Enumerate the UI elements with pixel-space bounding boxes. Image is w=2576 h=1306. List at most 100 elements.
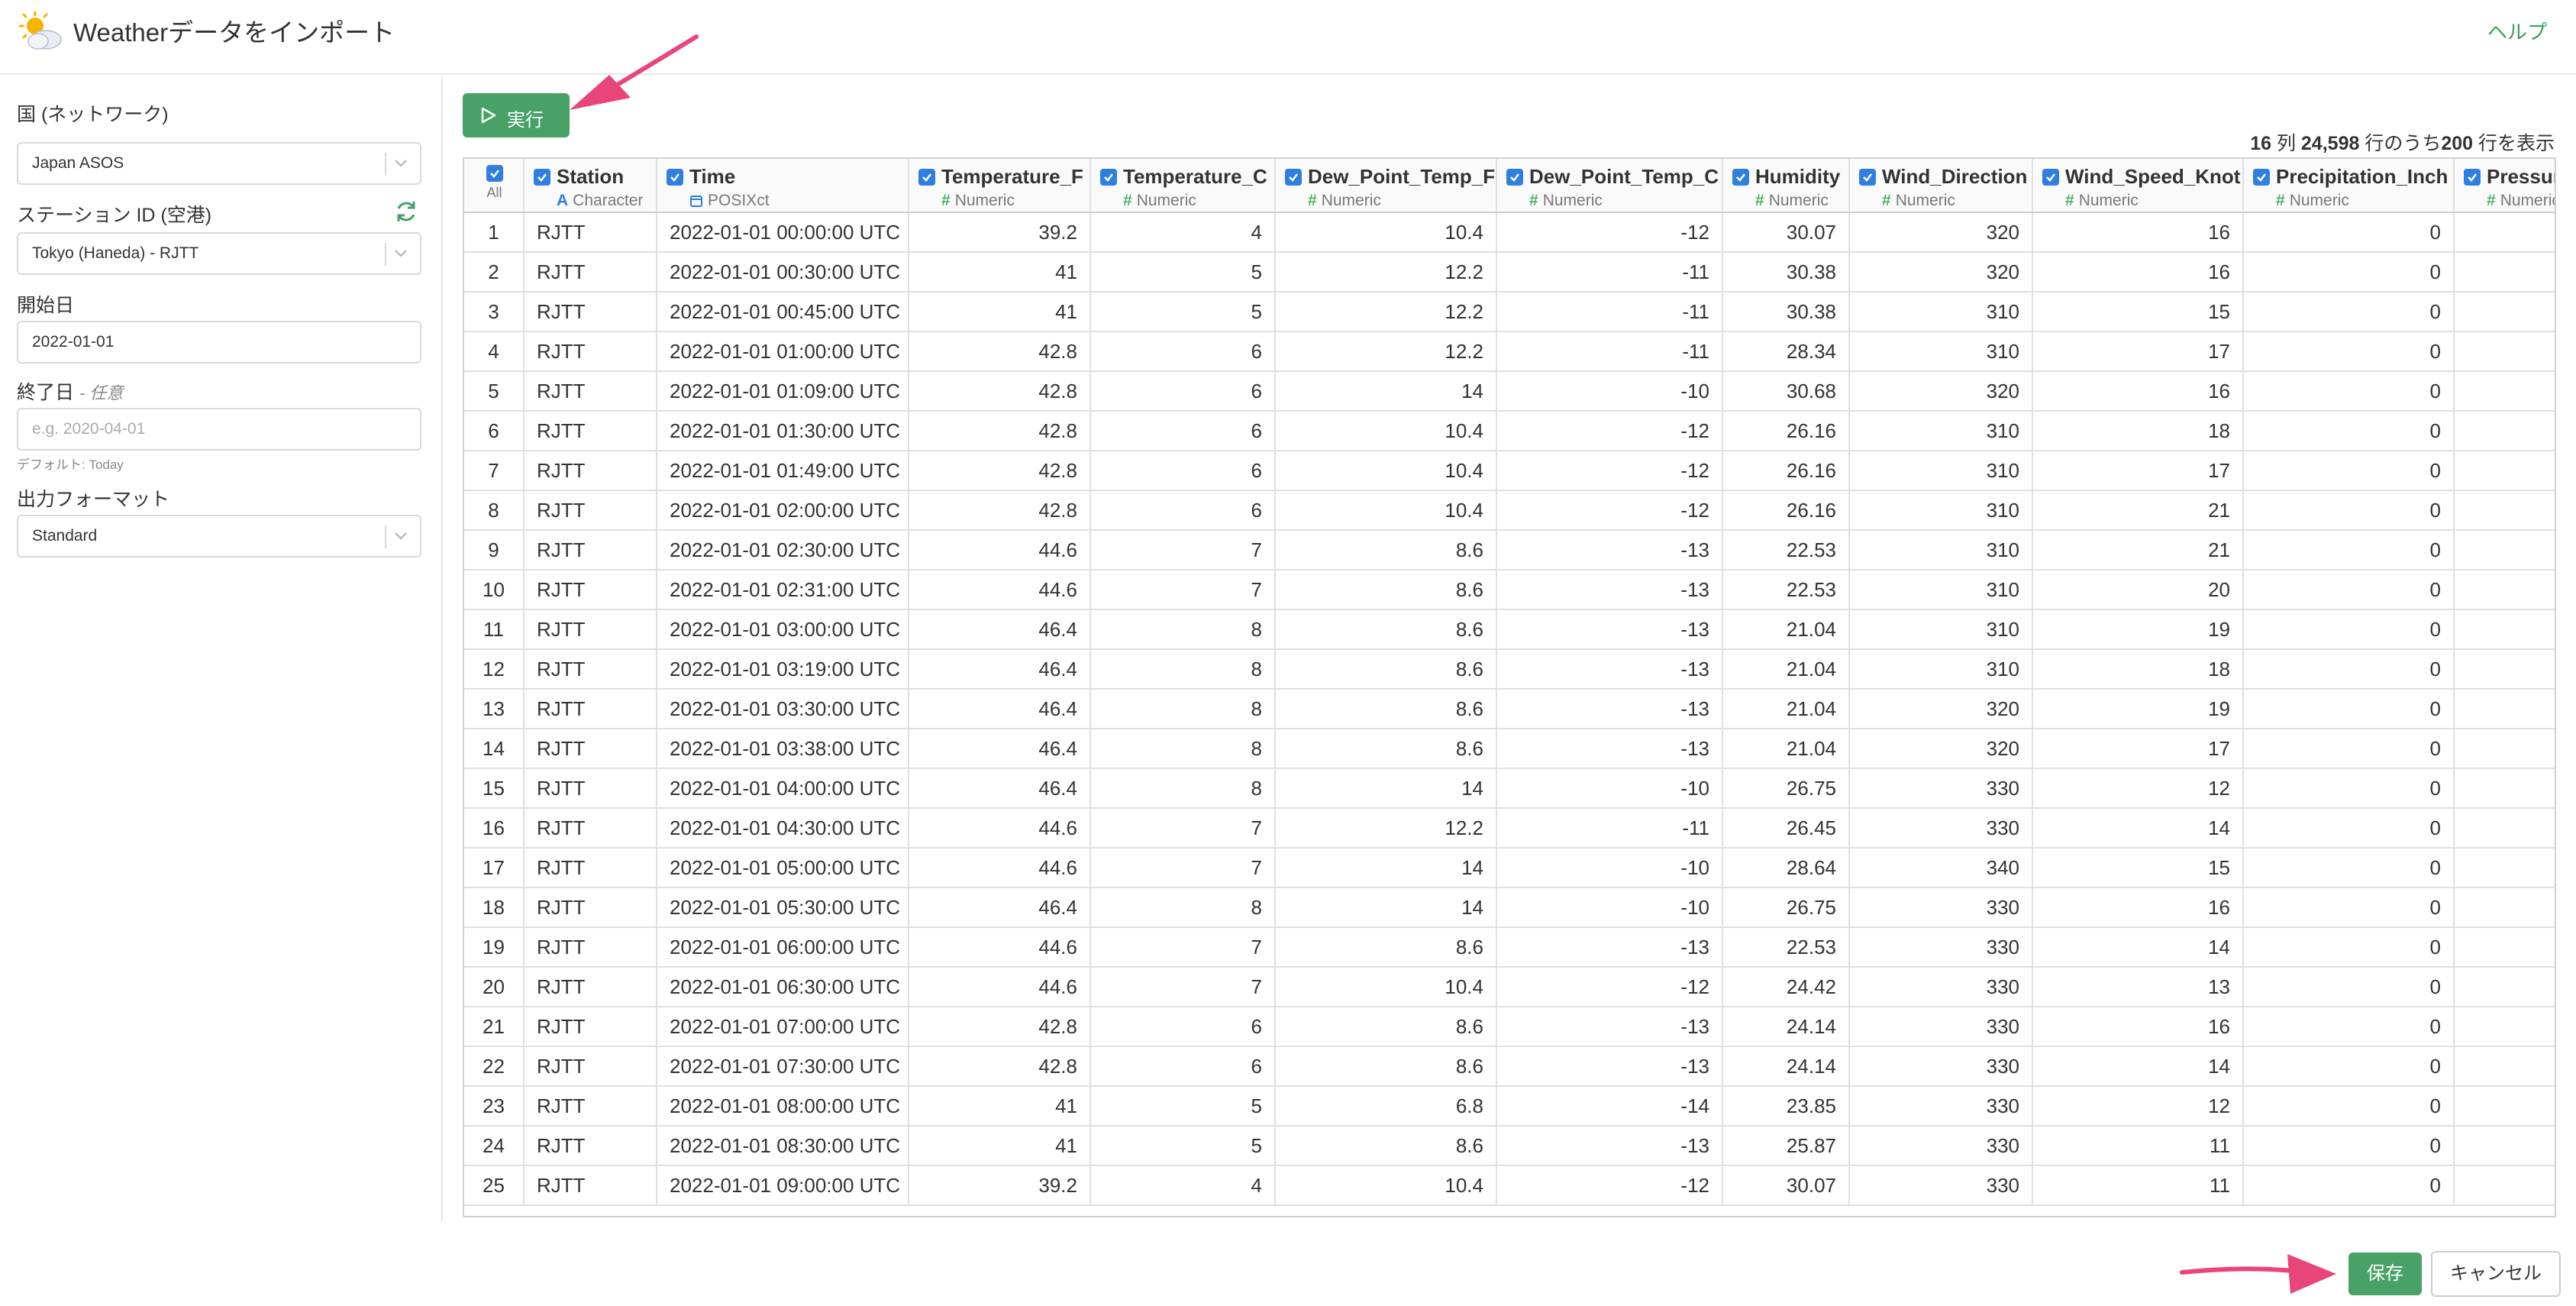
- table-cell: 12: [2032, 1086, 2244, 1127]
- end-date-hint: デフォルト: Today: [17, 457, 124, 472]
- table-cell: -12: [1496, 1165, 1723, 1206]
- table-cell: 0: [2243, 451, 2455, 491]
- column-checkbox[interactable]: [1732, 168, 1749, 186]
- cancel-button[interactable]: キャンセル: [2431, 1251, 2561, 1297]
- table-cell: 0: [2243, 649, 2455, 690]
- column-checkbox[interactable]: [918, 168, 935, 186]
- select-separator: [385, 525, 386, 548]
- table-cell: 14: [2032, 1046, 2244, 1087]
- save-button[interactable]: 保存: [2348, 1253, 2422, 1295]
- table-cell: 8.6: [1275, 609, 1497, 650]
- run-button[interactable]: 実行: [463, 93, 570, 137]
- station-select[interactable]: Tokyo (Haneda) - RJTT: [17, 232, 421, 275]
- row-number: 21: [464, 1007, 525, 1047]
- column-header[interactable]: Wind_Direction # Numeric: [1849, 159, 2033, 213]
- table-cell: 44.6: [909, 530, 1091, 571]
- table-cell: RJTT: [524, 967, 657, 1007]
- play-icon: [481, 107, 496, 124]
- table-cell: 14: [1275, 848, 1497, 888]
- table-cell: 2022-01-01 04:30:00 UTC: [657, 808, 909, 849]
- table-cell: 26.16: [1722, 411, 1850, 451]
- country-label: 国 (ネットワーク): [17, 104, 169, 125]
- table-row: 1 RJTT 2022-01-01 00:00:00 UTC 39.2 4 10.4 -12…: [464, 212, 2555, 253]
- column-checkbox[interactable]: [1285, 168, 1302, 186]
- table-cell: -10: [1496, 768, 1723, 809]
- column-checkbox[interactable]: [2042, 168, 2059, 186]
- table-cell: [2454, 927, 2555, 968]
- table-cell: 0: [2243, 252, 2455, 293]
- table-cell: [2454, 451, 2555, 491]
- row-number: 5: [464, 371, 525, 412]
- table-cell: 7: [1090, 570, 1276, 610]
- table-cell: 310: [1849, 490, 2033, 531]
- table-row: 24 RJTT 2022-01-01 08:30:00 UTC 41 5 8.6 -13 25…: [464, 1126, 2555, 1166]
- country-select[interactable]: Japan ASOS: [17, 142, 421, 185]
- table-cell: [2454, 490, 2555, 531]
- row-number: 15: [464, 768, 525, 809]
- table-cell: 330: [1849, 808, 2033, 849]
- row-number: 16: [464, 808, 525, 849]
- table-cell: RJTT: [524, 212, 657, 253]
- output-format-select[interactable]: Standard: [17, 515, 421, 558]
- column-checkbox[interactable]: [1100, 168, 1117, 186]
- select-all-checkbox[interactable]: [486, 165, 503, 182]
- table-cell: -13: [1496, 570, 1723, 610]
- column-header[interactable]: Pressure_Inch #Numeric: [2454, 159, 2555, 213]
- page-title: Weatherデータをインポート: [73, 18, 395, 47]
- table-cell: 0: [2243, 848, 2455, 888]
- table-cell: 6: [1090, 331, 1276, 372]
- column-checkbox[interactable]: [534, 168, 550, 186]
- run-button-label: 実行: [507, 110, 544, 131]
- column-checkbox[interactable]: [2464, 168, 2481, 186]
- table-cell: 8: [1090, 609, 1276, 650]
- column-checkbox[interactable]: [667, 168, 683, 186]
- row-number: 17: [464, 848, 525, 888]
- column-checkbox[interactable]: [1506, 168, 1523, 186]
- table-cell: 0: [2243, 1165, 2455, 1206]
- table-cell: 28.34: [1722, 331, 1850, 372]
- column-header[interactable]: Station A Character: [524, 159, 657, 213]
- data-preview-table[interactable]: All Station A Character Time POSIXct Temperat…: [463, 157, 2556, 1217]
- table-cell: 6: [1090, 451, 1276, 491]
- table-cell: 30.38: [1722, 292, 1850, 332]
- table-cell: 14: [2032, 927, 2244, 968]
- table-cell: 320: [1849, 689, 2033, 729]
- column-header[interactable]: Dew_Point_Temp_C # Numeric: [1496, 159, 1723, 213]
- column-header[interactable]: Temperature_C # Numeric: [1090, 159, 1276, 213]
- column-header[interactable]: Dew_Point_Temp_F # Numeric: [1275, 159, 1497, 213]
- table-cell: 7: [1090, 967, 1276, 1007]
- table-cell: 320: [1849, 252, 2033, 293]
- select-all-header[interactable]: All: [464, 159, 525, 213]
- chevron-down-icon: [395, 250, 407, 257]
- column-checkbox[interactable]: [1859, 168, 1876, 186]
- table-cell: 26.16: [1722, 490, 1850, 531]
- table-cell: RJTT: [524, 729, 657, 769]
- column-header[interactable]: Precipitation_Inch # Numeric: [2243, 159, 2455, 213]
- output-format-value: Standard: [32, 527, 98, 545]
- column-type: Character: [573, 192, 644, 209]
- table-row: 6 RJTT 2022-01-01 01:30:00 UTC 42.8 6 10.4 -12…: [464, 411, 2555, 451]
- column-header[interactable]: Humidity # Numeric: [1722, 159, 1850, 213]
- numeric-type-icon: #: [2276, 192, 2285, 209]
- column-checkbox[interactable]: [2253, 168, 2270, 186]
- table-cell: RJTT: [524, 371, 657, 412]
- column-name: Temperature_C: [1123, 165, 1267, 188]
- refresh-icon[interactable]: [393, 199, 419, 225]
- column-header[interactable]: Time POSIXct: [657, 159, 909, 213]
- table-cell: [2454, 212, 2555, 253]
- start-date-input[interactable]: [17, 321, 421, 364]
- table-cell: 0: [2243, 490, 2455, 531]
- table-cell: 46.4: [909, 729, 1091, 769]
- end-date-input[interactable]: [17, 408, 421, 451]
- table-cell: RJTT: [524, 411, 657, 451]
- column-header[interactable]: Temperature_F # Numeric: [909, 159, 1091, 213]
- help-link[interactable]: ヘルプ: [2487, 17, 2547, 45]
- table-cell: -13: [1496, 530, 1723, 571]
- shown-rows: 200: [2441, 133, 2474, 154]
- column-header[interactable]: Wind_Speed_Knot # Numeric: [2032, 159, 2244, 213]
- table-cell: 330: [1849, 768, 2033, 809]
- table-cell: RJTT: [524, 451, 657, 491]
- table-row: 4 RJTT 2022-01-01 01:00:00 UTC 42.8 6 12.2 -11…: [464, 331, 2555, 372]
- row-number: 20: [464, 967, 525, 1007]
- table-cell: 310: [1849, 649, 2033, 690]
